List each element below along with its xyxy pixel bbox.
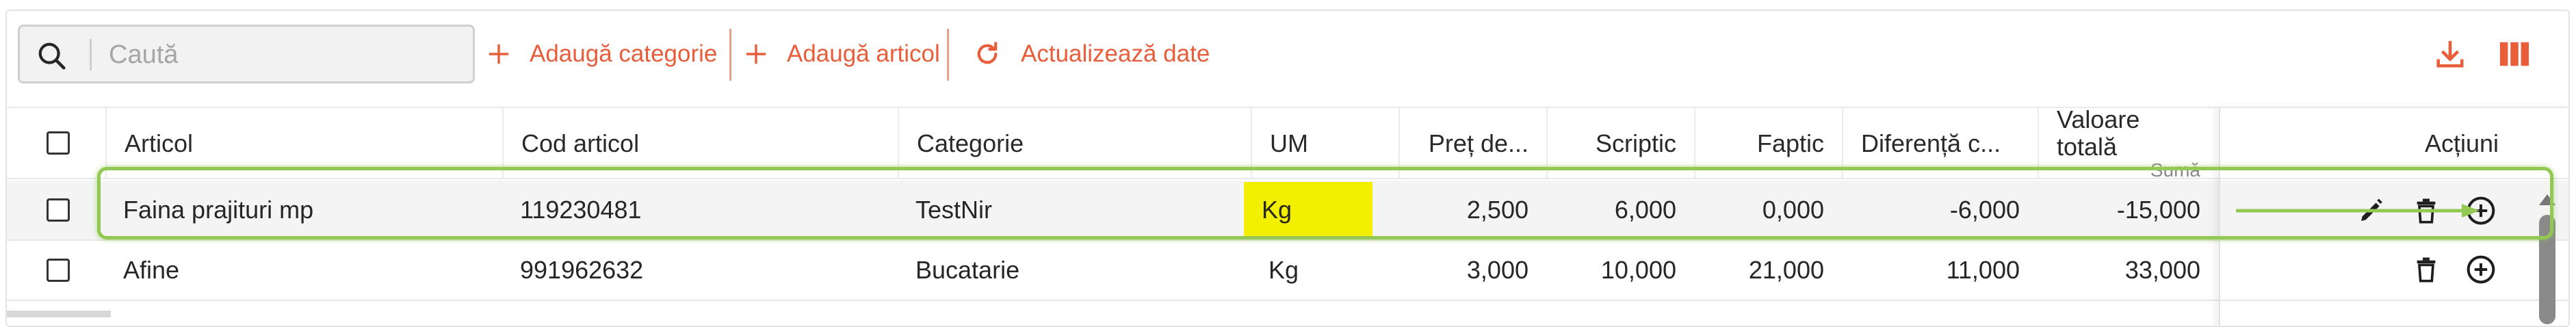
table-row[interactable]: Afine 991962632 Bucatarie Kg 3,000 10,00…	[7, 241, 2568, 301]
download-icon[interactable]	[2434, 38, 2466, 70]
add-circle-icon[interactable]	[2466, 196, 2496, 226]
col-cod-label: Cod articol	[521, 129, 640, 157]
select-all-checkbox[interactable]	[47, 131, 70, 155]
plus-icon	[746, 44, 766, 64]
cell-pret: 3,000	[1466, 256, 1528, 284]
col-diferenta-label: Diferență c...	[1861, 129, 2001, 157]
search-box[interactable]	[18, 25, 475, 83]
cell-pret: 2,500	[1466, 196, 1528, 224]
cell-cod: 119230481	[520, 196, 642, 224]
add-category-label: Adaugă categorie	[530, 40, 718, 67]
refresh-icon	[977, 42, 998, 64]
cell-faptic: 0,000	[1762, 196, 1824, 224]
cell-valoare: 33,000	[2124, 256, 2200, 284]
table-row[interactable]: Faina prajituri mp 119230481 TestNir Kg …	[7, 181, 2568, 241]
add-circle-icon[interactable]	[2466, 254, 2496, 285]
refresh-button[interactable]: Actualizează date	[973, 30, 1210, 78]
cell-scriptic: 6,000	[1614, 196, 1676, 224]
trash-icon[interactable]	[2412, 256, 2440, 283]
add-article-button[interactable]: Adaugă articol	[744, 30, 940, 78]
scroll-thumb[interactable]	[2539, 215, 2555, 324]
cell-articol: Afine	[123, 256, 180, 284]
col-articol[interactable]: Articol	[105, 108, 502, 179]
edit-icon[interactable]	[2358, 197, 2385, 224]
cell-faptic: 21,000	[1748, 256, 1824, 284]
col-diferenta[interactable]: Diferență c...	[1842, 108, 2038, 179]
cell-scriptic: 10,000	[1600, 256, 1676, 284]
col-faptic[interactable]: Faptic	[1694, 108, 1842, 179]
actions-column	[2219, 107, 2568, 326]
col-faptic-label: Faptic	[1756, 129, 1824, 157]
refresh-label: Actualizează date	[1021, 40, 1210, 67]
col-valoare-sublabel: Sumă	[2150, 159, 2200, 181]
search-icon	[38, 42, 66, 70]
toolbar-divider	[947, 29, 949, 81]
toolbar-divider	[729, 29, 731, 81]
col-pret-label: Preț de...	[1428, 129, 1528, 157]
scroll-up-icon[interactable]	[2539, 194, 2555, 205]
col-categorie-label: Categorie	[917, 129, 1024, 157]
cell-um: Kg	[1269, 256, 1299, 284]
vertical-scrollbar[interactable]	[2534, 181, 2561, 324]
cell-articol: Faina prajituri mp	[123, 196, 314, 224]
cell-diferenta: -6,000	[1949, 196, 2020, 224]
cell-diferenta: 11,000	[1946, 256, 2020, 284]
cell-valoare: -15,000	[2116, 196, 2200, 224]
horizontal-scrollbar[interactable]	[7, 311, 111, 317]
cell-categorie: Bucatarie	[915, 256, 1020, 284]
cell-categorie: TestNir	[915, 196, 993, 224]
cell-cod: 991962632	[520, 256, 644, 284]
search-input[interactable]	[107, 35, 452, 75]
col-um-label: UM	[1270, 129, 1308, 157]
row-checkbox[interactable]	[47, 259, 70, 282]
plus-icon	[489, 44, 509, 64]
col-articol-label: Articol	[125, 129, 194, 157]
col-um[interactable]: UM	[1251, 108, 1398, 179]
inventory-panel: Adaugă categorie Adaugă articol Actualiz…	[5, 10, 2570, 327]
add-category-button[interactable]: Adaugă categorie	[487, 30, 717, 78]
col-pret[interactable]: Preț de...	[1398, 108, 1546, 179]
add-article-label: Adaugă articol	[787, 40, 940, 67]
toolbar: Adaugă categorie Adaugă articol Actualiz…	[7, 11, 2568, 99]
table-header: Articol Cod articol Categorie UM Preț de…	[7, 105, 2568, 181]
search-divider	[90, 39, 92, 70]
columns-icon[interactable]	[2499, 38, 2530, 70]
col-valoare[interactable]: Valoare totală Sumă	[2038, 105, 2218, 181]
row-checkbox[interactable]	[47, 198, 70, 222]
trash-icon[interactable]	[2412, 197, 2440, 224]
cell-um: Kg	[1244, 182, 1372, 238]
col-scriptic-label: Scriptic	[1595, 129, 1676, 157]
col-valoare-label: Valoare totală	[2057, 105, 2140, 161]
col-scriptic[interactable]: Scriptic	[1546, 108, 1694, 179]
col-categorie[interactable]: Categorie	[898, 108, 1251, 179]
col-cod[interactable]: Cod articol	[502, 108, 898, 179]
